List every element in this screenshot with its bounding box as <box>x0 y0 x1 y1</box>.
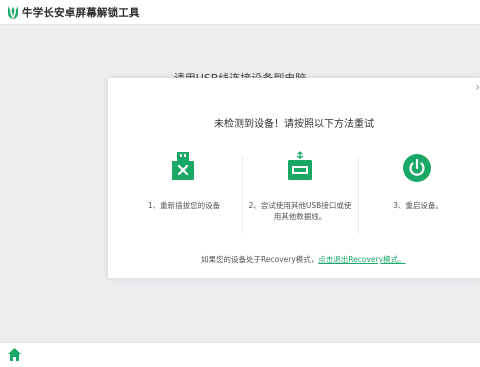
recovery-note: 如果您的设备处于Recovery模式，点击退出Recovery模式。 <box>201 254 406 265</box>
usb-unplug-icon <box>172 152 194 180</box>
step-divider <box>358 156 359 234</box>
bottom-bar <box>0 342 480 367</box>
step-2-line-1: 2、尝试使用其他USB接口或使 <box>248 201 352 210</box>
recovery-note-text: 如果您的设备处于Recovery模式， <box>201 255 319 264</box>
step-3-text: 3、重启设备。 <box>373 200 463 211</box>
step-2-text: 2、尝试使用其他USB接口或使 用其他数据线。 <box>245 200 355 222</box>
step-divider <box>242 156 243 234</box>
title-bar: 牛学长安卓屏幕解锁工具 <box>0 0 480 25</box>
step-2-line-2: 用其他数据线。 <box>273 212 327 221</box>
home-icon[interactable] <box>7 347 22 362</box>
step-1-line-1: 1、重新插拔您的设备 <box>147 201 221 210</box>
exit-recovery-link[interactable]: 点击退出Recovery模式。 <box>318 255 405 264</box>
dialog-title: 未检测到设备！请按照以下方法重试 <box>214 119 374 130</box>
usb-port-icon <box>288 151 312 180</box>
power-icon <box>403 154 431 182</box>
step-1-text: 1、重新插拔您的设备 <box>139 200 229 211</box>
step-3-line-1: 3、重启设备。 <box>393 201 443 210</box>
app-logo-icon <box>8 6 18 19</box>
no-device-dialog: › 未检测到设备！请按照以下方法重试 1、重新插拔您的设备 2、尝试使用其他US… <box>108 78 480 278</box>
app-title: 牛学长安卓屏幕解锁工具 <box>22 7 140 19</box>
close-icon[interactable]: › <box>468 80 480 94</box>
